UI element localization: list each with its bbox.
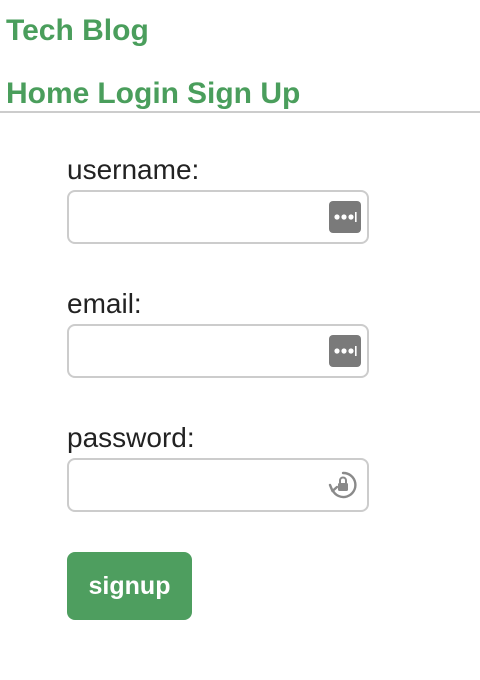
nav-signup-link[interactable]: Sign Up	[187, 74, 300, 114]
username-label: username:	[67, 154, 200, 185]
nav-login-link[interactable]: Login	[97, 74, 179, 114]
email-input[interactable]	[67, 324, 369, 378]
site-brand-link[interactable]: Tech Blog	[6, 11, 149, 51]
email-label: email:	[67, 288, 142, 319]
main-nav: Home Login Sign Up	[6, 74, 308, 114]
password-manager-dots-icon[interactable]	[329, 335, 361, 367]
username-field: username:	[67, 150, 369, 244]
header-divider	[0, 111, 480, 113]
password-manager-dots-icon[interactable]	[329, 201, 361, 233]
signup-form: username: email: password: signup	[67, 150, 369, 620]
password-input-wrap	[67, 458, 369, 512]
password-input[interactable]	[67, 458, 369, 512]
email-field: email:	[67, 284, 369, 378]
nav-home-link[interactable]: Home	[6, 74, 89, 114]
signup-button[interactable]: signup	[67, 552, 192, 620]
email-input-wrap	[67, 324, 369, 378]
password-field: password:	[67, 418, 369, 512]
username-input[interactable]	[67, 190, 369, 244]
password-label: password:	[67, 422, 195, 453]
lock-cycle-icon[interactable]	[327, 469, 359, 501]
username-input-wrap	[67, 190, 369, 244]
